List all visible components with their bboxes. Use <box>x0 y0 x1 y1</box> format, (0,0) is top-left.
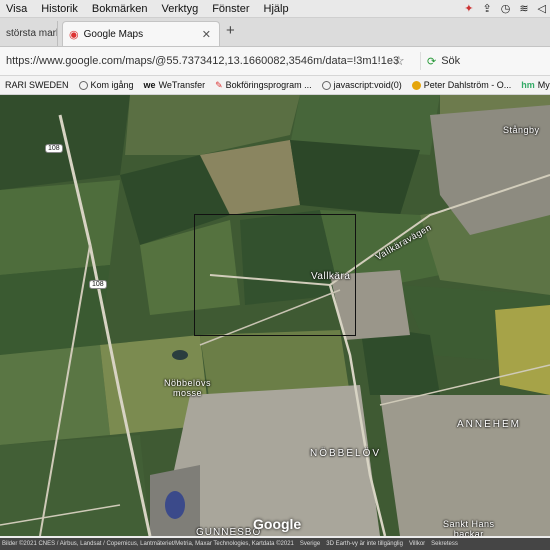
address-bar[interactable]: https://www.google.com/maps/@55.7373412,… <box>6 51 410 71</box>
bookmark-label: WeTransfer <box>158 80 206 90</box>
road-108-shield: 108 <box>89 280 107 289</box>
place-label-annehem[interactable]: ANNEHEM <box>457 419 521 430</box>
menu-historik[interactable]: Historik <box>34 3 85 15</box>
bookmark-item[interactable]: Kom igång <box>74 80 139 90</box>
tab-label: Google Maps <box>83 28 144 40</box>
privacy-link[interactable]: Sekretess <box>431 541 458 547</box>
bookmark-label: My Ferrari 348 <box>537 80 550 90</box>
bookmark-label: Kom igång <box>90 80 134 90</box>
tab-bar: största mark ◉ Google Maps ✕ <box>0 18 550 47</box>
map-footer: Bilder ©2021 CNES / Airbus, Landsat / Co… <box>0 538 550 550</box>
place-label-nobbelov[interactable]: NÖBBELÖV <box>310 448 381 459</box>
time-machine-icon[interactable]: ◷ <box>501 2 511 15</box>
upload-icon[interactable]: ⇪ <box>482 2 491 15</box>
selection-rectangle <box>194 214 356 336</box>
place-label-sankt-hans-backar[interactable]: Sankt Hans backar <box>443 519 495 536</box>
bookmark-label: Bokföringsprogram ... <box>225 80 312 90</box>
search-icon: ⟳ <box>427 55 437 68</box>
close-tab-icon[interactable]: ✕ <box>202 28 211 41</box>
new-tab-icon[interactable]: + <box>226 22 235 39</box>
bookmark-item[interactable]: we WeTransfer <box>139 80 211 90</box>
bookmark-label: javascript:void(0) <box>333 80 402 90</box>
pin-icon: ✎ <box>215 79 223 90</box>
wifi-icon[interactable]: ≋ <box>519 2 528 15</box>
bookmark-label: RARI SWEDEN <box>5 80 69 90</box>
road-108-shield: 108 <box>45 144 63 153</box>
place-label-gunnesbo[interactable]: GUNNESBO <box>196 527 261 536</box>
menu-visa[interactable]: Visa <box>0 3 34 15</box>
search-placeholder: Sök <box>441 55 461 67</box>
bookmark-item[interactable]: javascript:void(0) <box>317 80 407 90</box>
bookmark-item[interactable]: hmMy Ferrari 348 <box>516 80 550 90</box>
menu-fonster[interactable]: Fönster <box>205 3 256 15</box>
bookmark-item[interactable]: RARI SWEDEN <box>0 80 74 90</box>
app-badge-icon[interactable]: ✦ <box>464 2 473 15</box>
navigation-bar: https://www.google.com/maps/@55.7373412,… <box>0 47 550 76</box>
system-tray: ✦ ⇪ ◷ ≋ ◁ <box>464 0 546 17</box>
wetransfer-icon: we <box>143 80 156 90</box>
earth-notice: 3D Earth-vy är inte tillgänglig <box>326 541 403 547</box>
url-text: https://www.google.com/maps/@55.7373412,… <box>6 55 400 67</box>
search-field[interactable]: ⟳ Sök <box>420 52 550 70</box>
hm-icon: hm <box>521 80 535 90</box>
bookmark-label: Peter Dahlström - O... <box>423 80 512 90</box>
bookmark-item[interactable]: ✎ Bokföringsprogram ... <box>210 80 317 91</box>
menu-bar: Visa Historik Bokmärken Verktyg Fönster … <box>0 0 550 18</box>
coin-icon <box>411 80 421 90</box>
country-link[interactable]: Sverige <box>300 541 320 547</box>
imagery-attribution: Bilder ©2021 CNES / Airbus, Landsat / Co… <box>2 541 294 547</box>
menu-bokmarken[interactable]: Bokmärken <box>85 3 155 15</box>
globe-icon <box>78 80 88 90</box>
terms-link[interactable]: Villkor <box>409 541 425 547</box>
menu-verktyg[interactable]: Verktyg <box>155 3 206 15</box>
menu-hjalp[interactable]: Hjälp <box>257 3 296 15</box>
volume-icon[interactable]: ◁ <box>538 2 546 15</box>
google-logo: Google <box>253 516 302 532</box>
maps-favicon-icon: ◉ <box>69 28 79 41</box>
bookmark-item[interactable]: Peter Dahlström - O... <box>407 80 517 90</box>
bookmark-star-icon[interactable]: ☆ <box>393 53 405 69</box>
bookmarks-bar: RARI SWEDEN Kom igång we WeTransfer ✎ Bokf… <box>0 76 550 95</box>
tab-google-maps[interactable]: ◉ Google Maps ✕ <box>62 21 220 46</box>
place-label-nobbelovs-mosse[interactable]: Nöbbelövs mosse <box>164 378 211 398</box>
tab-previous[interactable]: största mark <box>0 21 58 46</box>
place-label-stangby[interactable]: Stångby <box>503 125 540 135</box>
tab-label: största mark <box>6 28 58 39</box>
globe-icon <box>321 80 331 90</box>
